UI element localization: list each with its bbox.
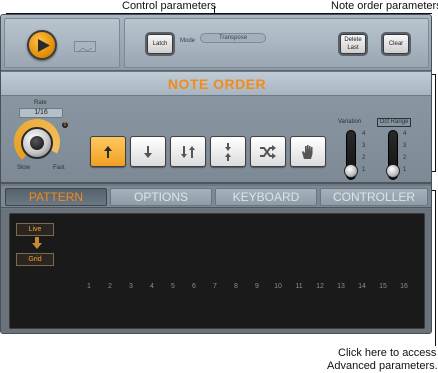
order-down-up-button[interactable] [170,136,206,167]
step-number: 4 [150,283,154,290]
view-toggle-button[interactable] [74,41,96,53]
variation-tick: 4 [362,131,366,137]
step-number: 16 [400,283,408,290]
hand-icon [302,144,313,159]
variation-tick: 1 [362,167,366,173]
step-number: 11 [295,283,303,290]
callout-line-advanced [435,204,436,346]
mode-select[interactable]: Transpose [200,33,266,43]
arrow-in-out-icon [225,142,231,161]
step-number: 5 [171,283,175,290]
mode-label: Mode [180,38,196,44]
step-number: 2 [108,283,112,290]
order-outside-in-button[interactable] [210,136,246,167]
note-order-section: NOTE ORDER Rate 1/16 0 Slow Fast Variati… [1,72,431,184]
callout-advanced-line2: Advanced parameters. [327,360,438,372]
advanced-tabs: PATTERN OPTIONS KEYBOARD CONTROLLER [1,186,431,208]
variation-label: Variation [338,119,362,125]
arrow-up-icon [104,145,112,158]
arrow-down-icon [144,145,152,158]
pattern-panel: Live Grid 1 2 3 4 5 6 7 8 9 10 11 12 13 … [1,209,431,333]
rate-label: Rate [34,100,47,106]
order-random-button[interactable] [250,136,286,167]
oct-range-tick: 2 [403,155,407,161]
step-number: 1 [87,283,91,290]
step-number: 7 [213,283,217,290]
callout-advanced-line1: Click here to access [338,347,437,359]
step-number: 6 [192,283,196,290]
fast-label: Fast [53,165,65,171]
arrow-down-icon [32,237,42,249]
order-up-button[interactable] [90,136,126,167]
play-button[interactable] [27,30,57,60]
step-number: 13 [337,283,345,290]
screenshot-root: Control parameters Note order parameters… [0,0,438,373]
oct-range-tick: 3 [403,143,407,149]
control-parameters-panel: Latch Mode Transpose Delete Last Clear [124,18,429,68]
variation-slider-thumb[interactable] [344,164,358,178]
tab-keyboard[interactable]: KEYBOARD [215,188,317,206]
grid-toggle-icon [77,47,93,53]
callout-control-parameters: Control parameters [122,0,217,12]
step-number: 8 [234,283,238,290]
tab-pattern[interactable]: PATTERN [5,188,107,206]
clear-button[interactable]: Clear [383,34,409,54]
rate-value-field[interactable]: 1/16 [19,108,63,118]
tab-controller[interactable]: CONTROLLER [320,188,428,206]
delete-last-button[interactable]: Delete Last [340,34,366,54]
step-number: 3 [129,283,133,290]
grid-button[interactable]: Grid [16,253,54,266]
callout-tick-control [214,6,215,13]
play-icon [38,39,50,52]
transport-panel [4,18,120,68]
step-number: 9 [255,283,259,290]
step-number: 12 [316,283,324,290]
latch-button[interactable]: Latch [147,34,173,54]
step-number: 14 [358,283,366,290]
variation-tick: 3 [362,143,366,149]
callout-note-order-parameters: Note order parameters [331,0,438,12]
control-bar: Latch Mode Transpose Delete Last Clear [1,15,431,71]
order-down-button[interactable] [130,136,166,167]
rate-sync-indicator[interactable]: 0 [62,122,68,128]
shuffle-icon [260,144,276,159]
note-order-title: NOTE ORDER [1,72,431,96]
order-as-played-button[interactable] [290,136,326,167]
live-button[interactable]: Live [16,223,54,236]
variation-tick: 2 [362,155,366,161]
slow-label: Slow [17,165,31,171]
step-number: 10 [274,283,282,290]
rate-knob-cap [30,136,44,150]
tab-options[interactable]: OPTIONS [110,188,212,206]
arrow-down-up-icon [181,145,195,158]
oct-range-slider-thumb[interactable] [386,164,400,178]
oct-range-tick: 4 [403,131,407,137]
arpeggiator-plugin: Latch Mode Transpose Delete Last Clear N… [0,14,432,334]
pattern-grid: Live Grid 1 2 3 4 5 6 7 8 9 10 11 12 13 … [9,213,425,329]
oct-range-label: Oct Range [377,118,411,127]
step-number: 15 [379,283,387,290]
oct-range-tick: 1 [403,167,407,173]
